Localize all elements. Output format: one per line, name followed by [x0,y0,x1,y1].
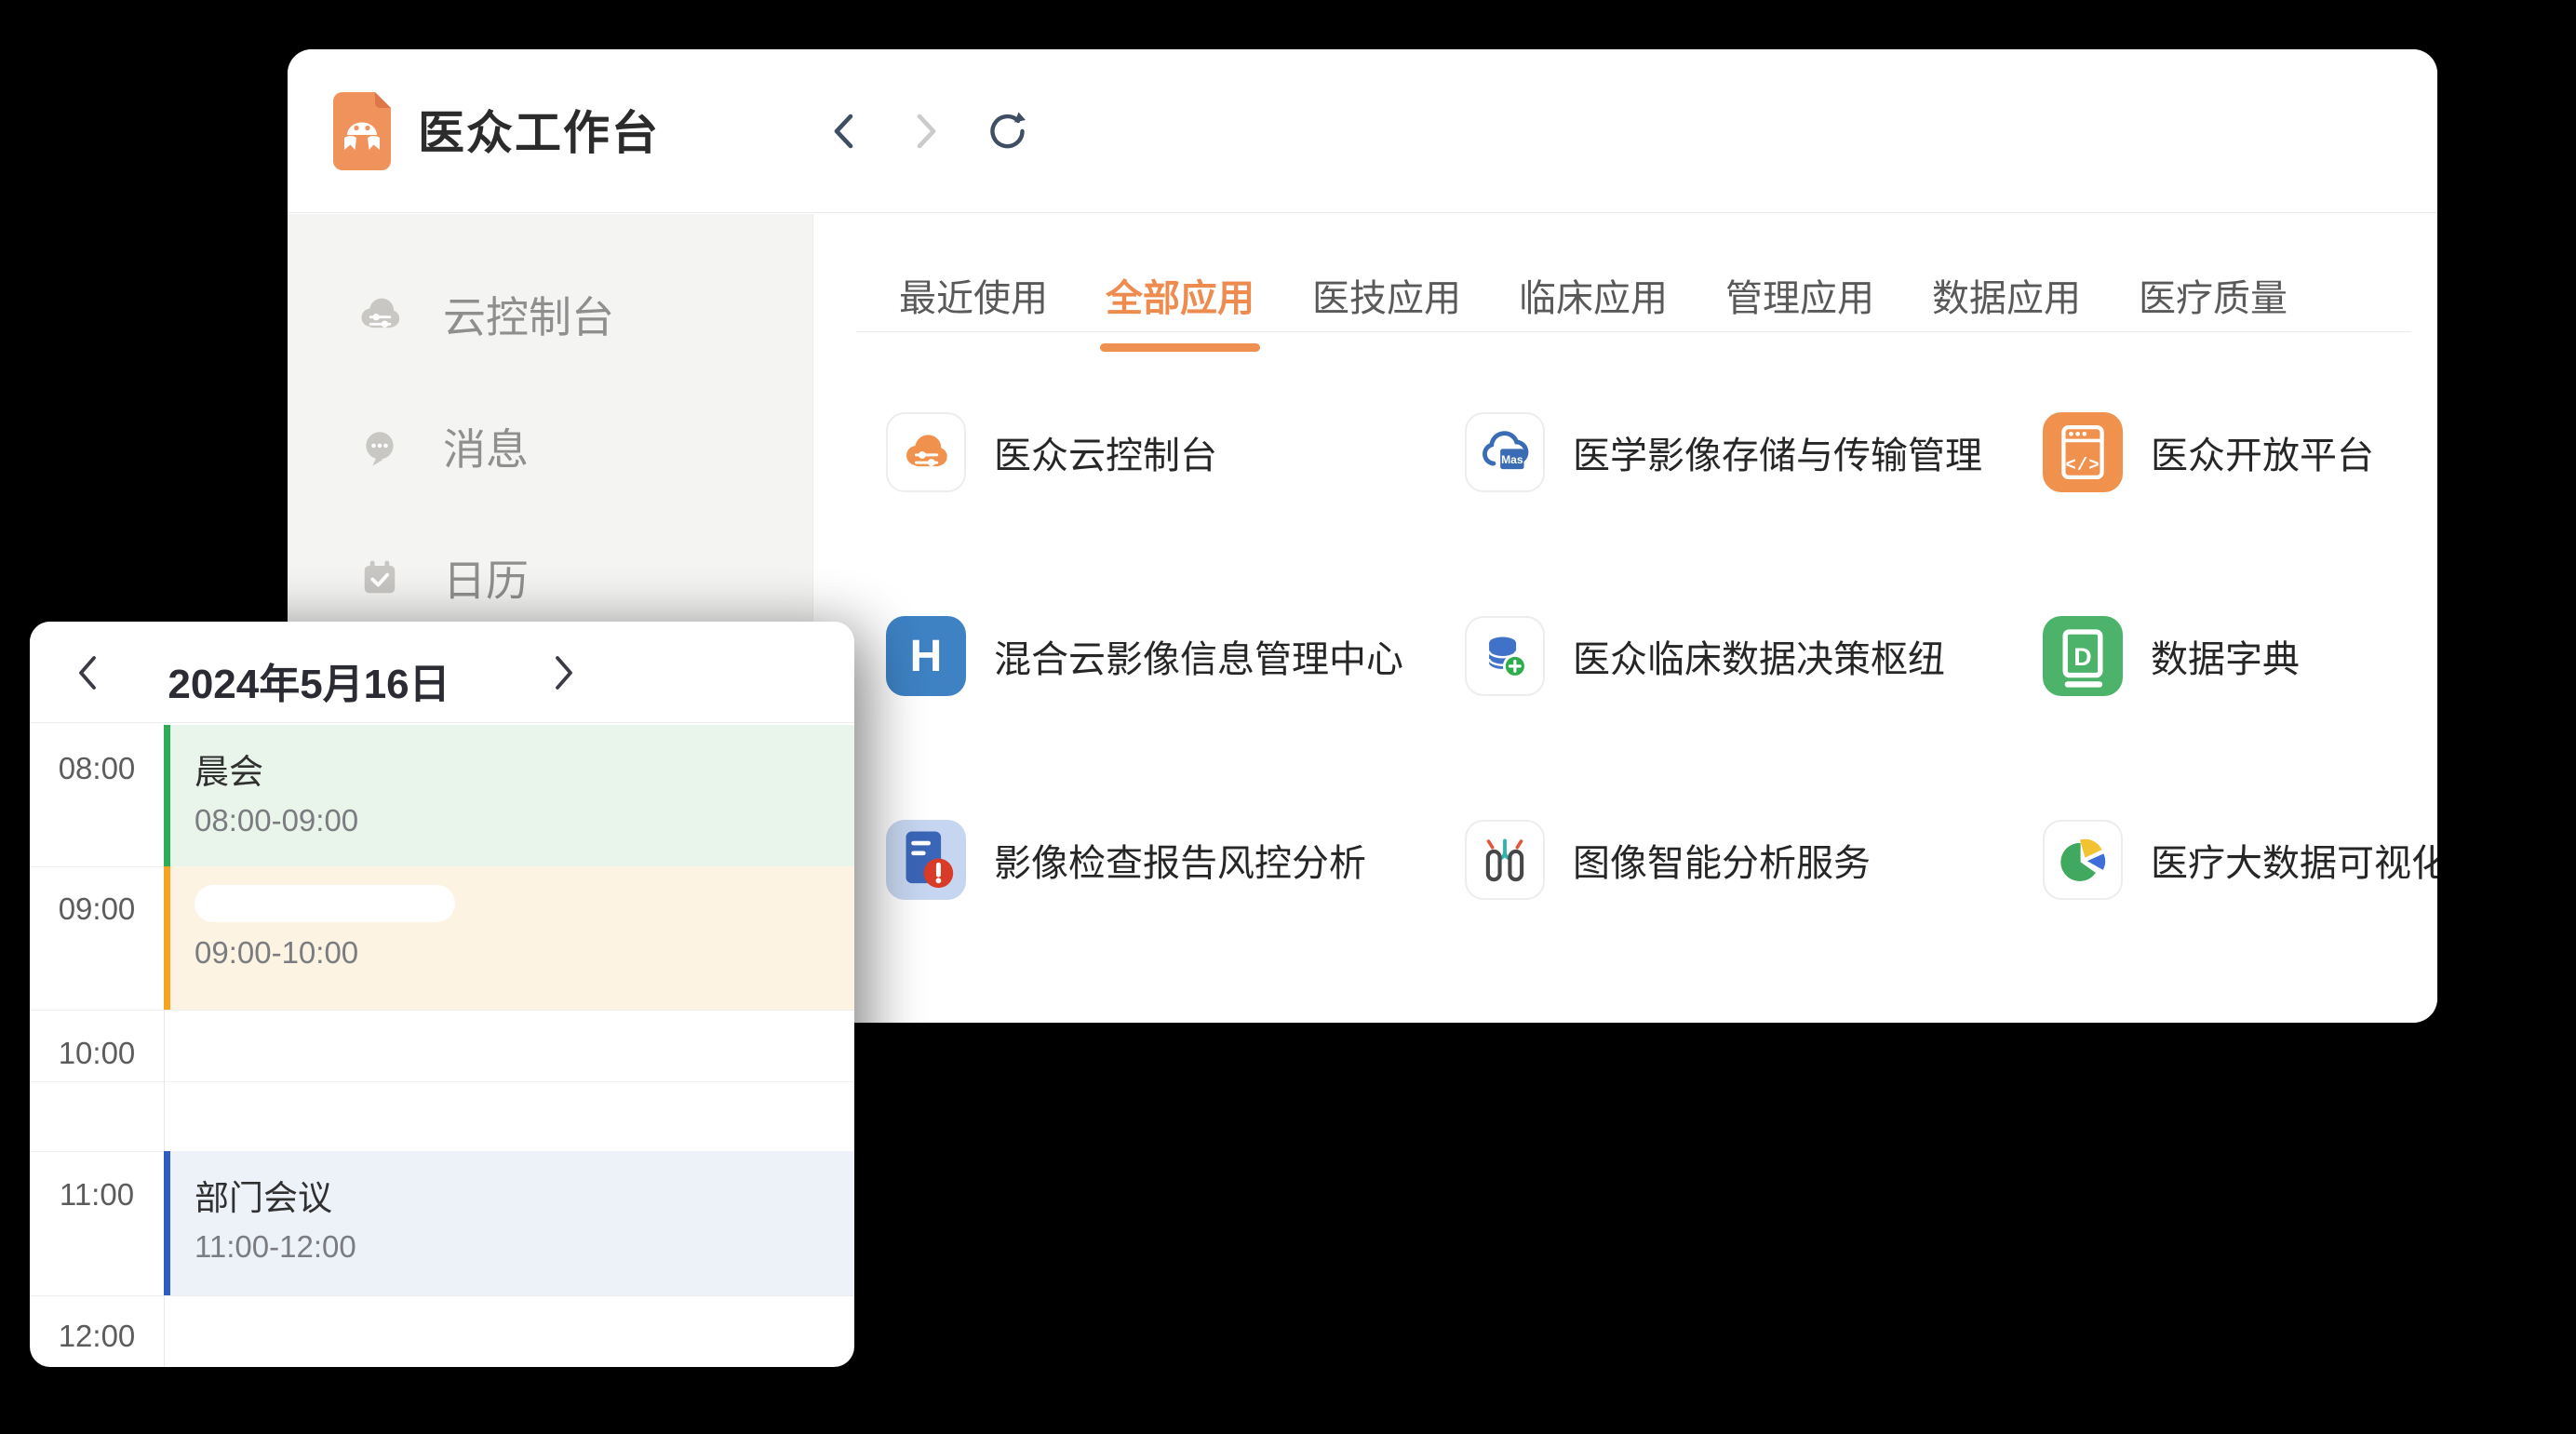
app-label: 混合云影像信息管理中心 [994,629,1403,683]
svg-text:Mas: Mas [1501,453,1523,466]
app-logo-icon [333,92,391,170]
calendar-event-morning-meeting[interactable]: 晨会 08:00-09:00 [164,725,854,866]
time-label: 09:00 [30,891,164,927]
tab-recent[interactable]: 最近使用 [899,268,1048,350]
refresh-button[interactable] [983,109,1027,154]
calendar-panel: 2024年5月16日 08:00 09:00 10:00 11:00 12:00… [30,622,854,1367]
calendar-next-button[interactable] [543,652,584,693]
chevron-left-icon [75,652,100,693]
app-open-platform[interactable]: </> 医众开放平台 [2043,412,2374,492]
event-time: 11:00-12:00 [195,1229,854,1265]
app-label: 医众云控制台 [994,425,1217,479]
app-label: 数据字典 [2151,629,2300,683]
message-icon [356,422,404,471]
dictionary-icon: D [2043,616,2123,696]
pie-chart-icon [2056,833,2110,887]
cloud-settings-icon [356,290,404,339]
open-platform-icon: </> [2043,412,2123,492]
app-label: 医众开放平台 [2151,425,2374,479]
nav-buttons [823,49,1027,213]
database-plus-icon [1478,629,1532,683]
tab-management[interactable]: 管理应用 [1725,268,1874,350]
svg-text:D: D [2073,643,2091,671]
hybrid-cloud-icon: H [886,616,966,696]
event-title: 晨会 [195,744,854,794]
event-title-placeholder [195,885,455,922]
tab-quality[interactable]: 医疗质量 [2139,268,2288,350]
calendar-icon [356,554,404,602]
app-label: 图像智能分析服务 [1573,833,1871,887]
back-button[interactable] [823,109,867,154]
hour-line [30,1295,854,1296]
app-image-storage[interactable]: Mas 医学影像存储与传输管理 [1465,412,1982,492]
calendar-prev-button[interactable] [67,652,108,693]
report-risk-icon [886,820,966,900]
hour-line [30,1010,854,1011]
back-icon [825,110,865,153]
event-time: 08:00-09:00 [195,803,854,838]
content-area: 最近使用 全部应用 医技应用 临床应用 管理应用 数据应用 医疗质量 医众云控制… [813,214,2437,1023]
app-report-risk-analysis[interactable]: 影像检查报告风控分析 [886,820,1366,900]
forward-icon [905,110,946,153]
app-data-dictionary[interactable]: D 数据字典 [2043,616,2300,696]
time-label: 11:00 [30,1177,164,1213]
window-header: 医众工作台 [288,49,2437,213]
sidebar-item-label: 消息 [443,416,529,477]
tab-medtech[interactable]: 医技应用 [1312,268,1461,350]
calendar-header: 2024年5月16日 [30,622,854,723]
app-cloud-console[interactable]: 医众云控制台 [886,412,1217,492]
refresh-icon [983,108,1027,154]
calendar-body: 08:00 09:00 10:00 11:00 12:00 晨会 08:00-0… [30,724,854,1367]
time-label: 10:00 [30,1036,164,1071]
tabs-divider [856,331,2411,332]
lungs-icon [1478,833,1532,887]
time-label: 12:00 [30,1319,164,1354]
app-label: 医众临床数据决策枢纽 [1573,629,1945,683]
tab-clinical[interactable]: 临床应用 [1519,268,1668,350]
app-label: 医学影像存储与传输管理 [1573,425,1982,479]
app-label: 医疗大数据可视化 [2151,833,2437,887]
tab-bar: 最近使用 全部应用 医技应用 临床应用 管理应用 数据应用 医疗质量 [899,268,2288,350]
app-big-data-visualization[interactable]: 医疗大数据可视化 [2043,820,2437,900]
app-clinical-data-hub[interactable]: 医众临床数据决策枢纽 [1465,616,1945,696]
calendar-event-department-meeting[interactable]: 部门会议 11:00-12:00 [164,1151,854,1295]
event-title: 部门会议 [195,1170,854,1220]
sidebar-item-cloud-console[interactable]: 云控制台 [356,288,614,341]
app-label: 影像检查报告风控分析 [994,833,1366,887]
sidebar-item-calendar[interactable]: 日历 [356,552,529,604]
tab-data[interactable]: 数据应用 [1932,268,2081,350]
sidebar-item-label: 云控制台 [443,284,614,345]
sidebar-item-label: 日历 [443,547,529,609]
chevron-right-icon [552,652,576,693]
cloud-storage-icon: Mas [1478,425,1532,479]
calendar-event-redacted[interactable]: 09:00-10:00 [164,866,854,1010]
tab-all-apps[interactable]: 全部应用 [1106,268,1254,350]
calendar-date: 2024年5月16日 [141,650,476,710]
sidebar-item-messages[interactable]: 消息 [356,421,529,473]
app-image-ai-analysis[interactable]: 图像智能分析服务 [1465,820,1871,900]
time-label: 08:00 [30,751,164,786]
event-time: 09:00-10:00 [195,935,854,971]
app-hybrid-cloud-center[interactable]: H 混合云影像信息管理中心 [886,616,1403,696]
window-title: 医众工作台 [418,96,660,163]
forward-button[interactable] [903,109,947,154]
cloud-settings-icon [900,426,952,478]
half-hour-line [30,1081,854,1082]
